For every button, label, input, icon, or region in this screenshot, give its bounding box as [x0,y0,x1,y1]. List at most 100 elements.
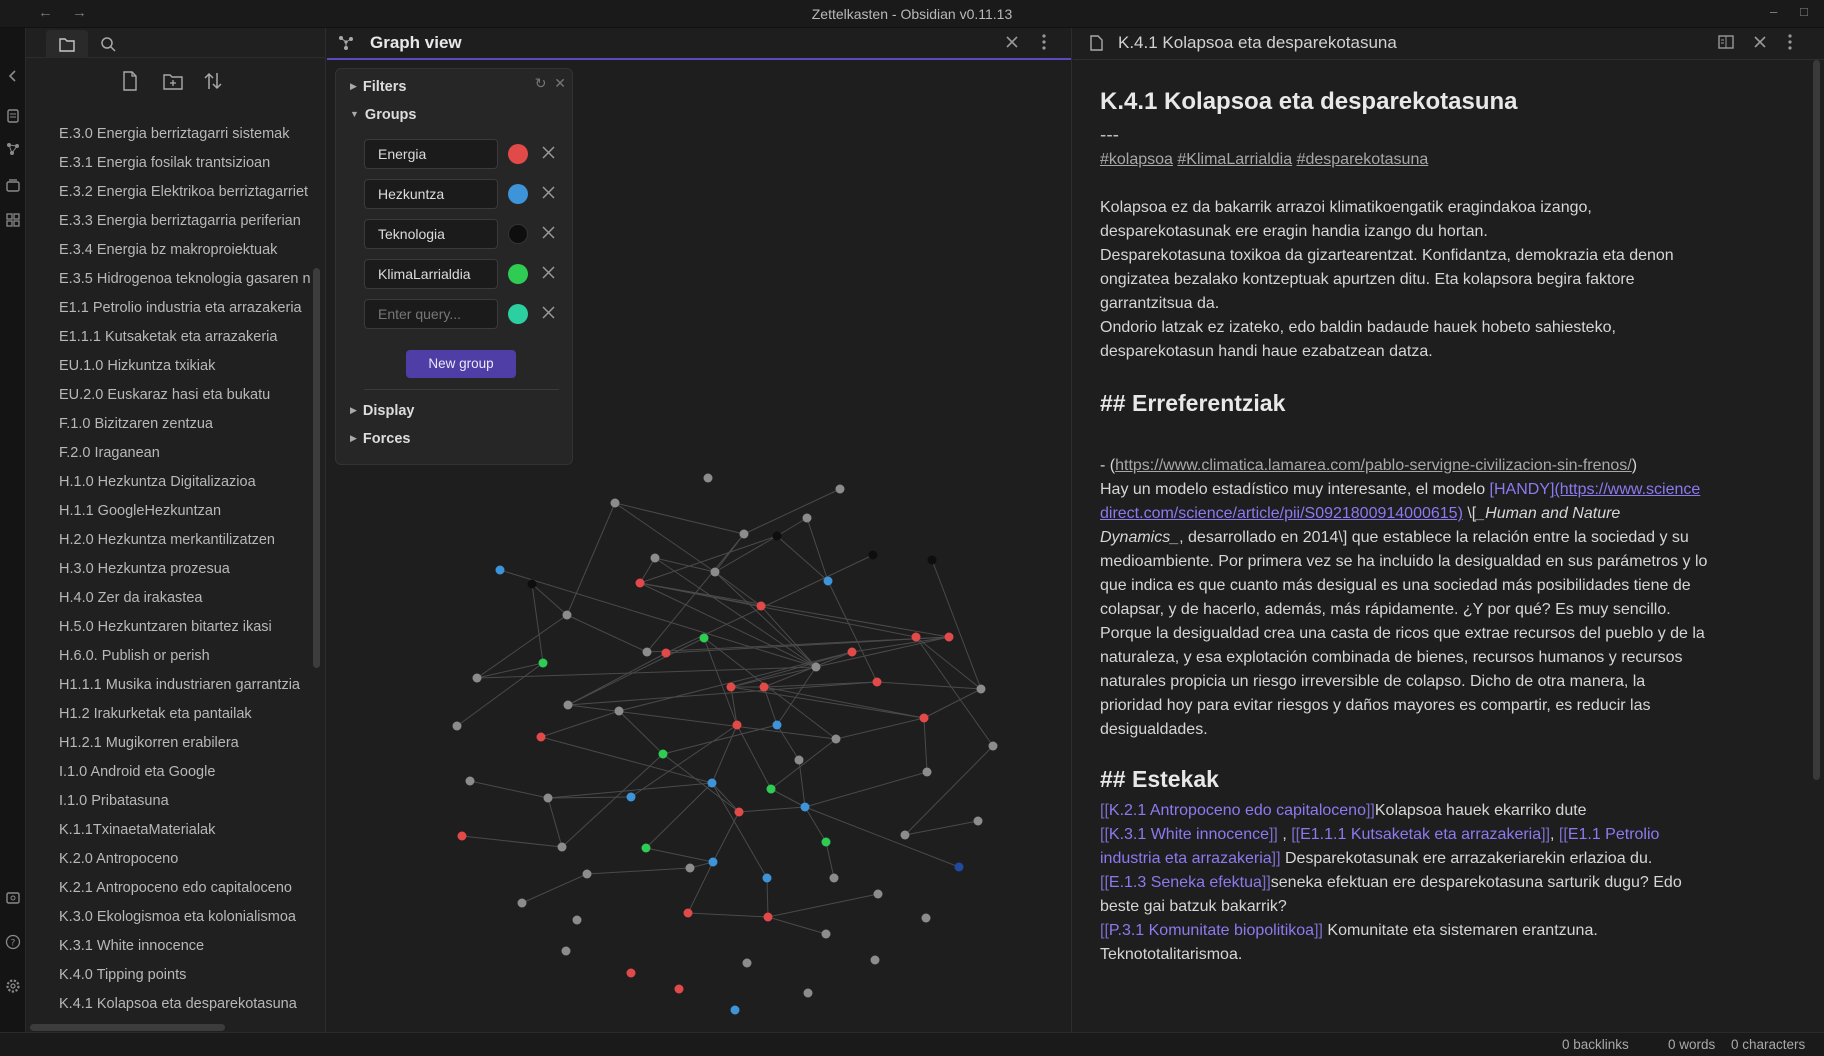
tag-link[interactable]: #KlimaLarrialdia [1177,151,1292,168]
graph-node[interactable] [641,843,651,853]
internal-link[interactable]: E.1.3 Seneka efektua [1109,874,1262,891]
remove-group-icon[interactable] [541,182,557,202]
graph-node[interactable] [766,784,776,794]
file-item[interactable]: K.2.1 Antropoceno edo capitaloceno [26,874,312,903]
graph-node[interactable] [821,837,831,847]
remove-group-icon[interactable] [541,142,557,162]
file-item[interactable]: K.4.1 Kolapsoa eta desparekotasuna [26,990,312,1019]
graph-node[interactable] [976,684,986,694]
close-icon[interactable] [1751,33,1769,51]
file-list-scrollbar[interactable] [313,268,320,668]
file-list-horizontal-scrollbar[interactable] [30,1024,225,1031]
file-item[interactable]: H.6.0. Publish or perish [26,642,312,671]
handy-link[interactable]: [HANDY] [1490,481,1555,498]
graph-node[interactable] [536,732,546,742]
graph-node[interactable] [873,889,883,899]
graph-node[interactable] [921,913,931,923]
graph-node[interactable] [650,553,660,563]
file-item[interactable]: H1.2.1 Mugikorren erabilera [26,729,312,758]
collapse-sidebar-icon[interactable] [5,68,21,84]
graph-node[interactable] [868,550,878,560]
file-item[interactable]: F.2.0 Iraganean [26,439,312,468]
file-item[interactable]: K.3.0 Ekologismoa eta kolonialismoa [26,903,312,932]
graph-node[interactable] [517,898,527,908]
graph-node[interactable] [988,741,998,751]
graph-node[interactable] [823,576,833,586]
vault-icon[interactable] [5,890,21,906]
graph-node[interactable] [944,632,954,642]
new-group-button[interactable]: New group [406,350,516,378]
tab-search[interactable] [88,30,130,58]
file-item[interactable]: H.2.0 Hezkuntza merkantilizatzen [26,526,312,555]
graph-node[interactable] [703,473,713,483]
graph-node[interactable] [734,807,744,817]
file-item[interactable]: H.1.1 GoogleHezkuntzan [26,497,312,526]
file-item[interactable]: E.3.2 Energia Elektrikoa berriztagarriet [26,178,312,207]
group-color-swatch[interactable] [508,184,528,204]
file-item[interactable]: E.3.3 Energia berriztagarria periferian [26,207,312,236]
minimize-button[interactable]: – [1770,4,1777,19]
graph-node[interactable] [457,831,467,841]
handy-url-continued[interactable]: direct.com/science/article/pii/S09218009… [1100,505,1463,522]
external-link[interactable]: https://www.climatica.lamarea.com/pablo-… [1115,457,1632,474]
plugins-icon[interactable] [5,212,21,228]
graph-node[interactable] [582,869,592,879]
close-icon[interactable] [1003,33,1021,51]
file-item[interactable]: H.4.0 Zer da irakastea [26,584,312,613]
graph-node[interactable] [562,610,572,620]
graph-node[interactable] [730,1005,740,1015]
graph-node[interactable] [635,578,645,588]
group-color-swatch[interactable] [508,224,528,244]
graph-node[interactable] [900,830,910,840]
graph-node[interactable] [557,842,567,852]
file-item[interactable]: E.3.4 Energia bz makroproiektuak [26,236,312,265]
reading-view-icon[interactable] [1717,33,1735,51]
file-item[interactable]: H1.1.1 Musika industriaren garrantzia [26,671,312,700]
file-item[interactable]: E.3.1 Energia fosilak trantsizioan [26,149,312,178]
graph-node[interactable] [563,700,573,710]
graph-node[interactable] [756,601,766,611]
graph-node[interactable] [708,857,718,867]
file-item[interactable]: E1.1.1 Kutsaketak eta arrazakeria [26,323,312,352]
graph-node[interactable] [811,662,821,672]
internal-link[interactable]: K.3.1 White innocence [1109,826,1269,843]
graph-node[interactable] [472,673,482,683]
file-item[interactable]: H1.2 Irakurketak eta pantailak [26,700,312,729]
graph-node[interactable] [742,958,752,968]
graph-node[interactable] [626,792,636,802]
file-item[interactable]: F.1.0 Bizitzaren zentzua [26,410,312,439]
graph-node[interactable] [919,713,929,723]
backlinks-count[interactable]: 0 backlinks [1562,1037,1629,1052]
remove-group-icon[interactable] [541,262,557,282]
graph-node[interactable] [829,873,839,883]
open-quick-switcher-icon[interactable] [5,108,21,124]
file-item[interactable]: K.1.1TxinaetaMaterialak [26,816,312,845]
graph-node[interactable] [707,778,717,788]
graph-node[interactable] [683,908,693,918]
graph-node[interactable] [800,802,810,812]
graph-view-icon[interactable] [5,141,21,157]
tag-link[interactable]: #kolapsoa [1100,151,1173,168]
graph-node[interactable] [726,682,736,692]
graph-node[interactable] [794,755,804,765]
settings-gear-icon[interactable] [5,978,21,994]
group-color-swatch[interactable] [508,264,528,284]
graph-node[interactable] [803,988,813,998]
file-item[interactable]: H.3.0 Hezkuntza prozesua [26,555,312,584]
graph-node[interactable] [543,793,553,803]
group-query-input[interactable]: Hezkuntza [364,179,498,209]
graph-node[interactable] [772,531,782,541]
graph-node[interactable] [872,677,882,687]
more-options-icon[interactable] [1781,33,1799,51]
group-query-input[interactable]: Energia [364,139,498,169]
file-item[interactable]: K.2.0 Antropoceno [26,845,312,874]
group-query-input[interactable]: Enter query... [364,299,498,329]
graph-node[interactable] [538,658,548,668]
graph-node[interactable] [922,767,932,777]
tab-file-explorer[interactable] [46,30,88,58]
graph-node[interactable] [561,946,571,956]
reset-icon[interactable]: ↻ [535,75,547,91]
graph-node[interactable] [685,863,695,873]
internal-link-continued[interactable]: industria eta arrazakeria [1100,850,1272,867]
graph-node[interactable] [762,873,772,883]
